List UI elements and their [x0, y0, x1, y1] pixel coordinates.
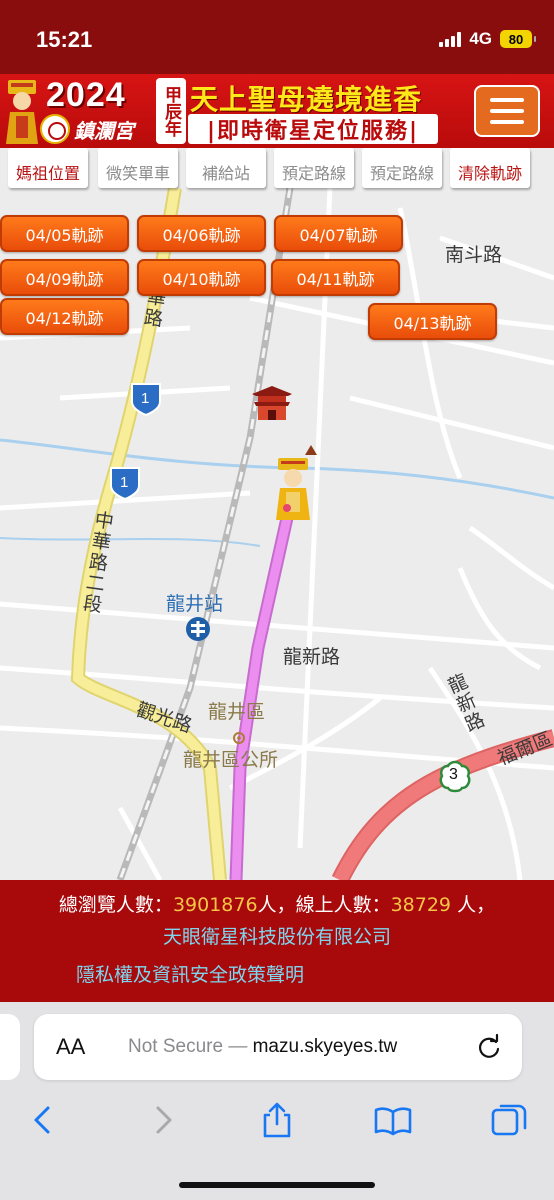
network-type: 4G [469, 29, 492, 48]
banner-subheadline: |即時衛星定位服務| [188, 114, 438, 144]
tool-supply-station[interactable]: 補給站 [186, 148, 266, 188]
visitors-count: 3901876 [172, 894, 258, 916]
aa-label: AA [56, 1034, 86, 1059]
bookmarks-icon[interactable] [373, 1100, 413, 1140]
trace-button-0410[interactable]: 04/10軌跡 [137, 259, 266, 296]
reload-icon[interactable] [474, 1032, 504, 1062]
status-indicators: 4G 80 [439, 29, 536, 49]
temple-seal-icon [40, 114, 70, 144]
privacy-policy-link[interactable]: 隱私權及資訊安全政策聲明 [76, 960, 304, 987]
previous-tab-peek[interactable] [0, 1014, 20, 1080]
home-indicator [179, 1182, 375, 1188]
mazu-figure-icon [6, 80, 38, 144]
banner-headline: 天上聖母遶境進香 [190, 83, 423, 116]
road-label-longxin: 龍新路 [283, 646, 341, 668]
not-secure-label: Not Secure — [128, 1036, 253, 1057]
trace-button-0413[interactable]: 04/13軌跡 [368, 303, 497, 340]
battery-icon: 80 [500, 30, 536, 48]
route-3-number: 3 [449, 766, 458, 783]
hamburger-line [490, 120, 524, 124]
status-time: 15:21 [36, 27, 93, 52]
trace-button-0406[interactable]: 04/06軌跡 [137, 215, 266, 252]
cyclic-year-badge: 甲辰年 [156, 78, 186, 144]
map-tools-row: 媽祖位置 微笑單車 補給站 預定路線 預定路線 清除軌跡 [0, 148, 554, 190]
online-unit: 人， [451, 894, 496, 916]
trace-button-0407[interactable]: 04/07軌跡 [274, 215, 403, 252]
share-icon[interactable] [257, 1100, 297, 1140]
tool-mazu-location[interactable]: 媽祖位置 [8, 148, 88, 188]
station-label-longjing: 龍井站 [166, 593, 224, 615]
visitors-unit: 人，線上人數： [257, 894, 391, 916]
tool-planned-route-1[interactable]: 預定路線 [274, 148, 354, 188]
tabs-icon[interactable] [489, 1100, 529, 1140]
trace-button-0411[interactable]: 04/11軌跡 [271, 259, 400, 296]
mazu-location-marker-icon[interactable] [270, 456, 316, 522]
temple-name: 鎮瀾宮 [74, 118, 134, 143]
url-text[interactable]: Not Secure — mazu.skyeyes.tw [128, 1036, 397, 1058]
banner-year: 2024 [46, 76, 126, 114]
menu-button[interactable] [474, 85, 540, 137]
road-label-nandou: 南斗路 [445, 244, 503, 266]
hamburger-menu-icon [490, 98, 524, 102]
train-station-icon[interactable] [184, 615, 212, 643]
forward-icon[interactable] [142, 1100, 182, 1140]
trace-button-0405[interactable]: 04/05軌跡 [0, 215, 129, 252]
tool-planned-route-2[interactable]: 預定路線 [362, 148, 442, 188]
route-1-number: 1 [120, 474, 129, 491]
trace-button-0412[interactable]: 04/12軌跡 [0, 298, 129, 335]
district-office-label: 龍井區公所 [183, 749, 279, 771]
tool-clear-trace[interactable]: 清除軌跡 [450, 148, 530, 188]
status-bar: 15:21 4G 80 [0, 0, 554, 74]
visitor-stats: 總瀏覽人數：3901876人，線上人數：38729 人， [0, 890, 554, 917]
back-icon[interactable] [24, 1100, 64, 1140]
direction-marker-icon [305, 445, 317, 455]
company-link[interactable]: 天眼衛星科技股份有限公司 [0, 922, 554, 949]
hamburger-line [490, 109, 524, 113]
trace-button-0409[interactable]: 04/09軌跡 [0, 259, 129, 296]
reader-aa-button[interactable]: AA [56, 1034, 85, 1060]
tool-ubike[interactable]: 微笑單車 [98, 148, 178, 188]
cellular-signal-icon [439, 31, 462, 47]
online-count: 38729 [390, 894, 452, 916]
site-header-banner: 2024 鎮瀾宮 甲辰年 天上聖母遶境進香 |即時衛星定位服務| [0, 74, 554, 148]
district-label-longjing: 龍井區 [208, 701, 266, 723]
temple-icon[interactable] [250, 384, 294, 422]
browser-nav-row [0, 1100, 554, 1144]
url-host: mazu.skyeyes.tw [252, 1036, 398, 1057]
temple-logo: 鎮瀾宮 [40, 114, 152, 144]
browser-toolbar: AA Not Secure — mazu.skyeyes.tw [0, 1002, 554, 1200]
district-office-marker-icon [233, 732, 245, 744]
address-bar[interactable]: AA Not Secure — mazu.skyeyes.tw [34, 1014, 522, 1080]
map-view[interactable]: 1 1 3 南斗路 中華路 中華路二段 龍井站 龍新路 龍井區 龍井區公所 觀光… [0, 148, 554, 880]
site-footer: 總瀏覽人數：3901876人，線上人數：38729 人， 天眼衛星科技股份有限公… [0, 880, 554, 1002]
visitors-label: 總瀏覽人數： [58, 894, 173, 916]
route-1-number: 1 [141, 390, 150, 407]
